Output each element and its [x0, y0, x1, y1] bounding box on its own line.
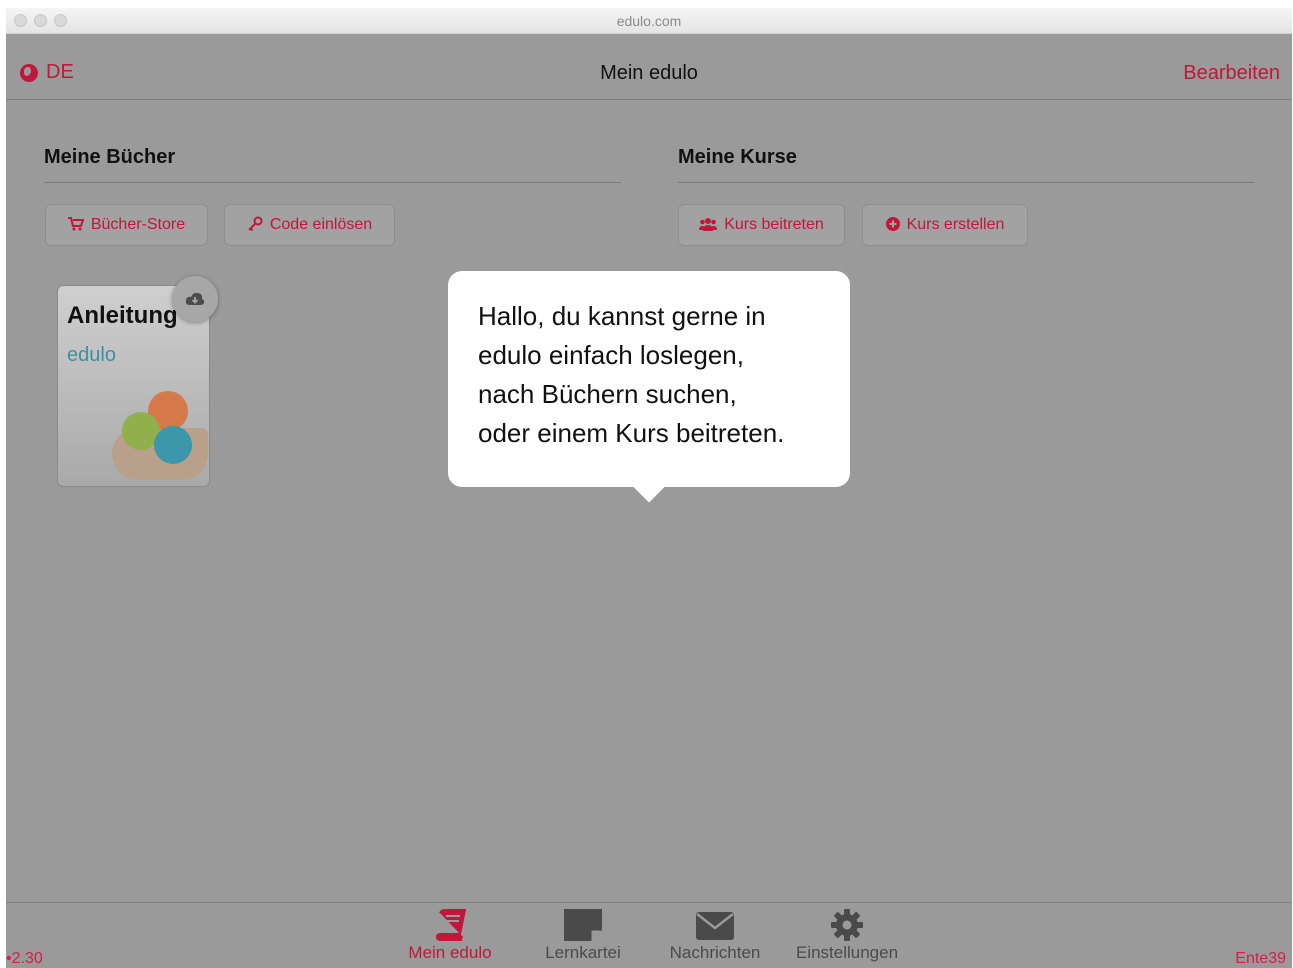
tab-nachrichten-label: Nachrichten [669, 943, 761, 962]
gear-icon [787, 907, 907, 943]
book-icon [390, 907, 510, 943]
create-course-button[interactable]: Kurs erstellen [862, 204, 1028, 246]
redeem-code-label: Code einlösen [269, 216, 373, 233]
courses-section-title: Meine Kurse [678, 146, 797, 168]
tab-mein-edulo-label: Mein edulo [408, 943, 492, 962]
redeem-code-button[interactable]: Code einlösen [224, 204, 395, 246]
tab-lernkartei[interactable]: Lernkartei [523, 907, 643, 963]
key-icon [247, 216, 263, 234]
book-brand: edulo [67, 344, 116, 366]
window-titlebar: edulo.com [6, 8, 1292, 34]
join-course-label: Kurs beitreten [724, 216, 824, 233]
note-card-icon [523, 907, 643, 943]
create-course-label: Kurs erstellen [906, 216, 1005, 233]
onboarding-tooltip[interactable]: Hallo, du kannst gerne in edulo einfach … [448, 271, 850, 487]
book-store-button[interactable]: Bücher-Store [45, 204, 208, 246]
cloud-download-icon[interactable] [172, 276, 218, 322]
book-title: Anleitung [67, 302, 178, 329]
tab-mein-edulo[interactable]: Mein edulo [390, 907, 510, 963]
tab-einstellungen-label: Einstellungen [795, 943, 899, 962]
join-course-button[interactable]: Kurs beitreten [678, 204, 845, 246]
books-section-title: Meine Bücher [44, 146, 176, 168]
page-title: Mein edulo [600, 62, 698, 84]
courses-section-divider [678, 182, 1254, 183]
book-cover-ball-blue [154, 426, 192, 464]
users-icon [699, 217, 718, 233]
bottom-tab-bar: •2.30 Mein edulo Lernkartei Nachrichten [6, 902, 1292, 968]
envelope-icon [655, 907, 775, 943]
app-header: DE Mein edulo Bearbeiten [6, 34, 1292, 100]
window-title: edulo.com [616, 13, 682, 29]
cart-icon [67, 217, 85, 233]
app-version: •2.30 [6, 950, 43, 967]
books-section-divider [44, 182, 621, 183]
username-label: Ente39 [1235, 950, 1286, 967]
plus-circle-icon [885, 217, 900, 233]
app-window: edulo.com DE Mein edulo Bearbeiten Meine… [6, 8, 1292, 968]
onboarding-tooltip-text: Hallo, du kannst gerne in edulo einfach … [478, 301, 785, 448]
edit-button[interactable]: Bearbeiten [1183, 62, 1280, 85]
tab-nachrichten[interactable]: Nachrichten [655, 907, 775, 963]
tab-einstellungen[interactable]: Einstellungen [787, 907, 907, 963]
book-store-label: Bücher-Store [90, 216, 186, 233]
tab-lernkartei-label: Lernkartei [545, 943, 621, 962]
